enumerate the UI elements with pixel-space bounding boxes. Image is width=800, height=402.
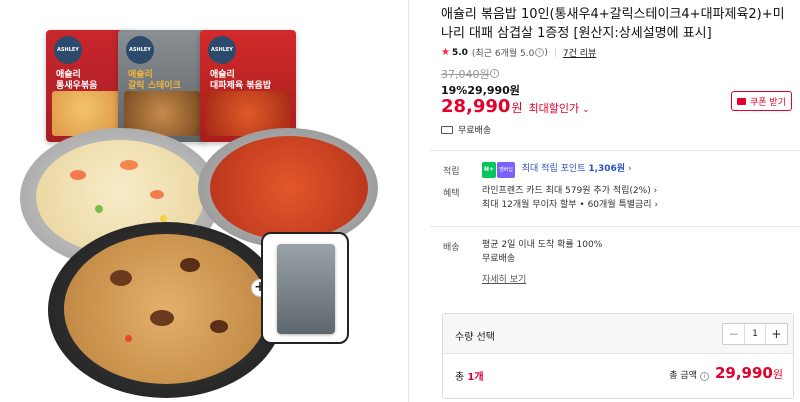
separator: | bbox=[553, 47, 557, 58]
decrease-button[interactable]: − bbox=[723, 324, 744, 344]
total-count-value: 1개 bbox=[467, 372, 484, 383]
total-amount: 총 금액 i 29,990 원 bbox=[669, 364, 783, 382]
garlic-steak-rice bbox=[64, 234, 268, 384]
ashley-logo: ASHLEY bbox=[208, 36, 236, 64]
total-count: 총 1개 bbox=[455, 372, 484, 383]
free-shipping-row: 무료배송 bbox=[441, 123, 491, 136]
membership-badge: 멤버십 bbox=[497, 162, 515, 178]
price-info-icon[interactable]: i bbox=[490, 69, 499, 78]
chevron-right-icon: › bbox=[627, 164, 632, 174]
delivery-estimate: 평균 2일 이내 도착 확률 100% bbox=[482, 240, 603, 250]
free-shipping-label: 무료배송 bbox=[458, 126, 492, 136]
info-icon[interactable]: i bbox=[699, 372, 709, 381]
original-price-row: 37,040원 bbox=[441, 66, 490, 82]
benefits-list: 라인프렌즈 카드 최대 579원 추가 적립(2%) › 최대 12개월 무이자… bbox=[482, 184, 658, 212]
coupon-label: 쿠폰 받기 bbox=[750, 97, 786, 108]
rating-row: ★ 5.0 (최근 6개월 5.0 i ) | 7건 리뷰 bbox=[441, 46, 596, 59]
divider bbox=[430, 226, 800, 227]
divider bbox=[408, 0, 409, 402]
bonus-item-frame bbox=[261, 232, 349, 344]
coupon-icon bbox=[737, 97, 746, 105]
divider bbox=[430, 150, 800, 151]
truck-icon bbox=[441, 125, 453, 134]
benefit-item[interactable]: 라인프렌즈 카드 최대 579원 추가 적립(2%) › bbox=[482, 184, 658, 198]
review-link[interactable]: 7건 리뷰 bbox=[563, 46, 596, 59]
star-icon: ★ bbox=[441, 47, 450, 58]
quantity-stepper[interactable]: − 1 + bbox=[722, 323, 788, 345]
final-price-row[interactable]: 28,990 원 최대할인가 ⌄ bbox=[441, 96, 590, 117]
original-price: 37,040원 bbox=[441, 68, 490, 81]
product-page: ASHLEY 애슐리 통새우볶음 ASHLEY 애슐리 갈릭 스테이크 볶음밥 … bbox=[0, 0, 800, 402]
npay-badge: N+ bbox=[482, 162, 497, 178]
total-amount-unit: 원 bbox=[772, 368, 783, 381]
points-value: 1,306원 bbox=[588, 164, 626, 174]
max-discount-label: 최대할인가 bbox=[528, 102, 580, 115]
quantity-header: 수량 선택 − 1 + bbox=[443, 314, 793, 354]
points-label: 적립 bbox=[443, 167, 460, 177]
delivery-label: 배송 bbox=[443, 243, 460, 253]
final-price: 28,990 bbox=[441, 96, 511, 117]
ashley-logo: ASHLEY bbox=[54, 36, 82, 64]
package-label: 애슐리 통새우볶음 bbox=[56, 70, 98, 91]
benefit-item[interactable]: 최대 12개월 무이자 할부 • 60개월 특별금리 › bbox=[482, 198, 658, 212]
package-garlic-steak: ASHLEY 애슐리 갈릭 스테이크 볶음밥 bbox=[118, 30, 206, 142]
package-label: 애슐리 대파제육 볶음밥 bbox=[210, 70, 272, 91]
product-title: 애슐리 볶음밥 10인(통새우4+갈릭스테이크4+대파제육2)+미나리 대패 삼… bbox=[441, 7, 785, 41]
bonus-package bbox=[277, 244, 335, 334]
rating-period-close: ) bbox=[544, 47, 548, 58]
pork-rice bbox=[210, 136, 368, 240]
total-amount-value: 29,990 bbox=[714, 364, 773, 382]
total-amount-label: 총 금액 bbox=[669, 371, 697, 381]
rating-period: (최근 6개월 5.0 bbox=[471, 49, 535, 59]
chevron-right-icon: › bbox=[654, 200, 659, 210]
points-text: 최대 적립 포인트 bbox=[521, 164, 586, 174]
chevron-right-icon: › bbox=[653, 186, 658, 196]
quantity-panel: 수량 선택 − 1 + 총 1개 총 금액 i 29,990 원 bbox=[442, 313, 794, 399]
final-price-unit: 원 bbox=[511, 101, 523, 115]
points-row[interactable]: N+ 멤버십 최대 적립 포인트 1,306원 › bbox=[482, 162, 632, 178]
rating-value: 5.0 bbox=[451, 47, 468, 58]
quantity-title: 수량 선택 bbox=[455, 332, 495, 343]
quantity-value[interactable]: 1 bbox=[744, 324, 766, 344]
delivery-info: 평균 2일 이내 도착 확률 100% 무료배송 bbox=[482, 238, 602, 266]
product-image[interactable]: ASHLEY 애슐리 통새우볶음 ASHLEY 애슐리 갈릭 스테이크 볶음밥 … bbox=[0, 0, 408, 402]
increase-button[interactable]: + bbox=[766, 324, 787, 344]
package-pork: ASHLEY 애슐리 대파제육 볶음밥 bbox=[200, 30, 296, 142]
info-icon[interactable]: i bbox=[535, 48, 545, 57]
coupon-button[interactable]: 쿠폰 받기 bbox=[731, 91, 792, 111]
ashley-logo: ASHLEY bbox=[126, 36, 154, 64]
chevron-down-icon: ⌄ bbox=[582, 105, 590, 115]
delivery-fee: 무료배송 bbox=[482, 254, 516, 264]
delivery-detail-link[interactable]: 자세히 보기 bbox=[482, 272, 526, 285]
benefits-label: 혜택 bbox=[443, 189, 460, 199]
